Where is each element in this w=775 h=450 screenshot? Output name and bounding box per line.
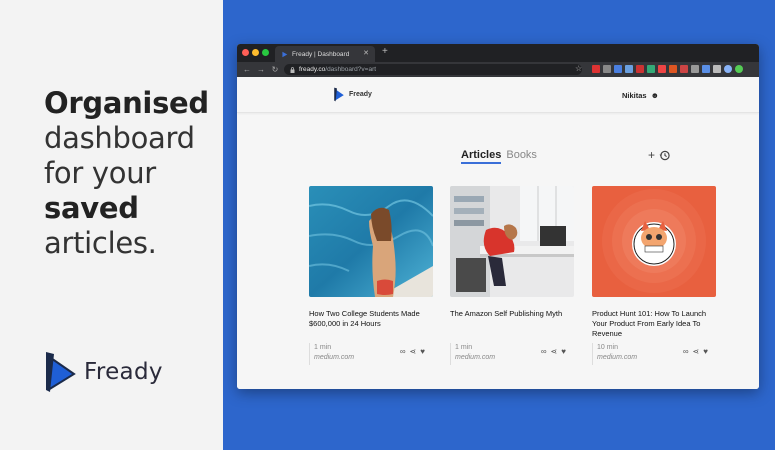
article-card[interactable]: Product Hunt 101: How To Launch Your Pro… xyxy=(592,186,716,365)
heart-icon[interactable]: ♥ xyxy=(703,347,708,356)
forward-icon[interactable]: → xyxy=(257,65,265,74)
reload-icon[interactable]: ↻ xyxy=(271,65,279,74)
extension-icon[interactable] xyxy=(735,65,743,73)
heart-icon[interactable]: ♥ xyxy=(420,347,425,356)
url-host: fready.co xyxy=(299,66,326,73)
brand-logo: Fready xyxy=(44,350,163,394)
history-icon[interactable] xyxy=(659,150,670,161)
minimize-window-button[interactable] xyxy=(252,49,259,56)
url-text: fready.co/dashboard?v=art xyxy=(299,66,376,73)
fready-logo-icon xyxy=(46,352,76,392)
article-meta: 1 min medium.com ∞ ⋖ ♥ xyxy=(309,343,433,365)
headline-line: dashboard xyxy=(44,121,195,155)
headline-line: saved xyxy=(44,191,139,225)
extension-icon[interactable] xyxy=(658,65,666,73)
address-bar[interactable]: fready.co/dashboard?v=art xyxy=(284,64,582,75)
link-icon[interactable]: ∞ xyxy=(541,347,547,356)
tab-close-icon[interactable]: ✕ xyxy=(363,49,369,57)
promo-panel: Organised dashboard for your saved artic… xyxy=(0,0,223,450)
article-title[interactable]: How Two College Students Made $600,000 i… xyxy=(309,309,433,339)
browser-tabbar: Fready | Dashboard ✕ + xyxy=(237,44,759,62)
pool-image xyxy=(309,186,433,297)
tab-articles[interactable]: Articles xyxy=(461,149,502,164)
user-emoji-icon: ☻ xyxy=(650,91,660,100)
extension-icon[interactable] xyxy=(647,65,655,73)
add-icon[interactable]: + xyxy=(648,148,655,162)
user-menu[interactable]: Nikitas ☻ xyxy=(622,91,659,100)
fready-logo-icon xyxy=(334,87,344,102)
extension-icon[interactable] xyxy=(702,65,710,73)
extension-icon[interactable] xyxy=(669,65,677,73)
card-actions: ∞ ⋖ ♥ xyxy=(683,347,708,356)
maximize-window-button[interactable] xyxy=(262,49,269,56)
app-page: Fready Nikitas ☻ Articles Books + How Tw… xyxy=(237,77,759,389)
extension-icon[interactable] xyxy=(636,65,644,73)
card-actions: ∞ ⋖ ♥ xyxy=(400,347,425,356)
extension-icon[interactable] xyxy=(625,65,633,73)
browser-toolbar: ← → ↻ fready.co/dashboard?v=art ☆ xyxy=(237,62,759,77)
headline-line: Organised xyxy=(44,86,209,120)
article-card[interactable]: The Amazon Self Publishing Myth 1 min me… xyxy=(450,186,574,365)
lock-icon xyxy=(290,66,295,73)
favicon-icon xyxy=(282,51,288,57)
browser-window: Fready | Dashboard ✕ + ← → ↻ fready.co/d… xyxy=(237,44,759,389)
puzzle-icon[interactable] xyxy=(713,65,721,73)
content-tabs: Articles Books xyxy=(461,149,537,164)
app-logo[interactable]: Fready xyxy=(333,87,372,102)
promo-headline: Organised dashboard for your saved artic… xyxy=(44,86,209,261)
header-actions: + xyxy=(648,148,670,162)
article-thumbnail[interactable] xyxy=(592,186,716,297)
back-icon[interactable]: ← xyxy=(243,65,251,74)
heart-icon[interactable]: ♥ xyxy=(561,347,566,356)
extension-icon[interactable] xyxy=(680,65,688,73)
article-title[interactable]: The Amazon Self Publishing Myth xyxy=(450,309,574,339)
link-icon[interactable]: ∞ xyxy=(683,347,689,356)
card-actions: ∞ ⋖ ♥ xyxy=(541,347,566,356)
bookmark-star-icon[interactable]: ☆ xyxy=(575,64,582,73)
tab-books[interactable]: Books xyxy=(506,149,537,164)
new-tab-icon[interactable]: + xyxy=(382,46,388,57)
article-meta: 1 min medium.com ∞ ⋖ ♥ xyxy=(450,343,574,365)
office-image xyxy=(450,186,574,297)
link-icon[interactable]: ∞ xyxy=(400,347,406,356)
brand-name: Fready xyxy=(84,359,163,385)
extension-icon[interactable] xyxy=(614,65,622,73)
share-icon[interactable]: ⋖ xyxy=(693,347,700,356)
article-title[interactable]: Product Hunt 101: How To Launch Your Pro… xyxy=(592,309,716,339)
article-meta: 10 min medium.com ∞ ⋖ ♥ xyxy=(592,343,716,365)
extension-icon[interactable] xyxy=(592,65,600,73)
article-thumbnail[interactable] xyxy=(309,186,433,297)
extension-icon[interactable] xyxy=(691,65,699,73)
extension-icon[interactable] xyxy=(603,65,611,73)
app-logo-text: Fready xyxy=(349,91,372,98)
app-header: Fready Nikitas ☻ xyxy=(237,77,759,113)
browser-tab[interactable]: Fready | Dashboard ✕ xyxy=(275,46,375,62)
share-icon[interactable]: ⋖ xyxy=(410,347,417,356)
share-icon[interactable]: ⋖ xyxy=(551,347,558,356)
user-name: Nikitas xyxy=(622,91,647,100)
profile-avatar[interactable] xyxy=(724,65,732,73)
close-window-button[interactable] xyxy=(242,49,249,56)
headline-line: for your xyxy=(44,156,156,190)
headline-line: articles. xyxy=(44,226,157,260)
article-thumbnail[interactable] xyxy=(450,186,574,297)
article-card[interactable]: How Two College Students Made $600,000 i… xyxy=(309,186,433,365)
extensions-bar xyxy=(592,65,743,73)
product-hunt-image xyxy=(592,186,716,297)
url-path: /dashboard?v=art xyxy=(325,66,377,73)
tab-title: Fready | Dashboard xyxy=(292,50,350,58)
